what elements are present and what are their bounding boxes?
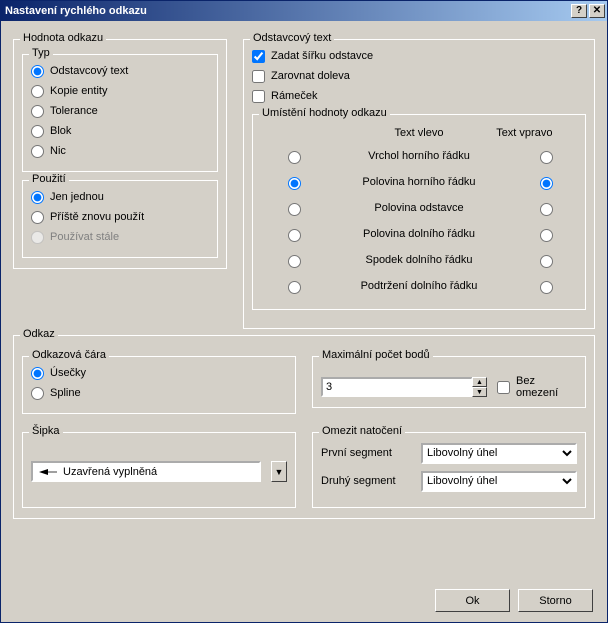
group-odstavcovy-text: Odstavcový text Zadat šířku odstavce Zar… bbox=[243, 39, 595, 329]
radio-spline[interactable]: Spline bbox=[31, 383, 287, 403]
radio-typ-odstavcovy[interactable]: Odstavcový text bbox=[31, 61, 209, 81]
dialog-title: Nastavení rychlého odkazu bbox=[5, 5, 569, 17]
group-title: Umístění hodnoty odkazu bbox=[259, 107, 390, 119]
umisteni-row: Polovina dolního řádku bbox=[261, 221, 577, 247]
group-typ: Typ Odstavcový text Kopie entity Toleran… bbox=[22, 54, 218, 172]
umisteni-row: Polovina horního řádku bbox=[261, 169, 577, 195]
group-title: Odkazová čára bbox=[29, 349, 109, 361]
radio-left[interactable] bbox=[288, 203, 301, 216]
group-title: Maximální počet bodů bbox=[319, 349, 433, 361]
group-title: Šipka bbox=[29, 425, 63, 437]
arrow-combo[interactable]: Uzavřená vyplněná bbox=[31, 461, 261, 482]
umisteni-row: Podtržení dolního řádku bbox=[261, 273, 577, 299]
check-bez-omezeni[interactable]: Bez omezení bbox=[497, 377, 577, 397]
arrow-label: Uzavřená vyplněná bbox=[63, 466, 157, 478]
group-title: Omezit natočení bbox=[319, 425, 405, 437]
group-title: Odkaz bbox=[20, 328, 58, 340]
dialog-body: Hodnota odkazu Typ Odstavcový text Kopie… bbox=[1, 21, 607, 622]
radio-pouziti-jednou[interactable]: Jen jednou bbox=[31, 187, 209, 207]
group-title: Použití bbox=[29, 173, 69, 185]
group-umisteni: Umístění hodnoty odkazu Text vlevo Text … bbox=[252, 114, 586, 310]
radio-typ-blok[interactable]: Blok bbox=[31, 121, 209, 141]
max-points-spinner: ▲ ▼ bbox=[321, 377, 487, 397]
col-text-vpravo: Text vpravo bbox=[472, 121, 577, 143]
radio-left[interactable] bbox=[288, 255, 301, 268]
umisteni-row: Vrchol horního řádku bbox=[261, 143, 577, 169]
group-pouziti: Použití Jen jednou Příště znovu použít P… bbox=[22, 180, 218, 258]
select-druhy-segment[interactable]: Libovolný úhel bbox=[421, 471, 577, 492]
spin-down[interactable]: ▼ bbox=[472, 387, 487, 397]
label-druhy-segment: Druhý segment bbox=[321, 475, 411, 487]
group-odkazova-cara: Odkazová čára Úsečky Spline bbox=[22, 356, 296, 414]
check-zarovnat[interactable]: Zarovnat doleva bbox=[252, 66, 586, 86]
group-odkaz: Odkaz Odkazová čára Úsečky Spline Maximá… bbox=[13, 335, 595, 519]
arrow-dropdown-button[interactable]: ▼ bbox=[271, 461, 287, 482]
radio-typ-kopie[interactable]: Kopie entity bbox=[31, 81, 209, 101]
umisteni-row: Polovina odstavce bbox=[261, 195, 577, 221]
radio-left[interactable] bbox=[288, 229, 301, 242]
arrow-icon bbox=[39, 466, 57, 478]
cancel-button[interactable]: Storno bbox=[518, 589, 593, 612]
label-prvni-segment: První segment bbox=[321, 447, 411, 459]
radio-usecky[interactable]: Úsečky bbox=[31, 363, 287, 383]
titlebar: Nastavení rychlého odkazu ? ✕ bbox=[1, 1, 607, 21]
group-max-bodu: Maximální počet bodů ▲ ▼ Bez omezení bbox=[312, 356, 586, 408]
group-hodnota-odkazu: Hodnota odkazu Typ Odstavcový text Kopie… bbox=[13, 39, 227, 269]
radio-right[interactable] bbox=[540, 255, 553, 268]
radio-right[interactable] bbox=[540, 177, 553, 190]
check-ramecek[interactable]: Rámeček bbox=[252, 86, 586, 106]
radio-right[interactable] bbox=[540, 203, 553, 216]
radio-right[interactable] bbox=[540, 229, 553, 242]
group-title: Odstavcový text bbox=[250, 32, 334, 44]
group-title: Hodnota odkazu bbox=[20, 32, 106, 44]
umisteni-header: Text vlevo Text vpravo bbox=[261, 121, 577, 143]
help-button[interactable]: ? bbox=[571, 4, 587, 18]
radio-left[interactable] bbox=[288, 177, 301, 190]
radio-typ-nic[interactable]: Nic bbox=[31, 141, 209, 161]
group-sipka: Šipka Uzavřená vyplněná ▼ bbox=[22, 432, 296, 508]
group-omezit: Omezit natočení První segment Libovolný … bbox=[312, 432, 586, 508]
spin-up[interactable]: ▲ bbox=[472, 377, 487, 387]
check-zadat-sirku[interactable]: Zadat šířku odstavce bbox=[252, 46, 586, 66]
radio-left[interactable] bbox=[288, 151, 301, 164]
umisteni-row: Spodek dolního řádku bbox=[261, 247, 577, 273]
radio-left[interactable] bbox=[288, 281, 301, 294]
col-text-vlevo: Text vlevo bbox=[366, 121, 471, 143]
ok-button[interactable]: Ok bbox=[435, 589, 510, 612]
group-title: Typ bbox=[29, 47, 53, 59]
dialog-window: Nastavení rychlého odkazu ? ✕ Hodnota od… bbox=[0, 0, 608, 623]
radio-right[interactable] bbox=[540, 151, 553, 164]
radio-right[interactable] bbox=[540, 281, 553, 294]
max-points-input[interactable] bbox=[321, 377, 473, 397]
close-button[interactable]: ✕ bbox=[589, 4, 605, 18]
button-row: Ok Storno bbox=[13, 579, 595, 612]
select-prvni-segment[interactable]: Libovolný úhel bbox=[421, 443, 577, 464]
radio-typ-tolerance[interactable]: Tolerance bbox=[31, 101, 209, 121]
radio-pouziti-stale: Používat stále bbox=[31, 227, 209, 247]
radio-pouziti-znovu[interactable]: Příště znovu použít bbox=[31, 207, 209, 227]
